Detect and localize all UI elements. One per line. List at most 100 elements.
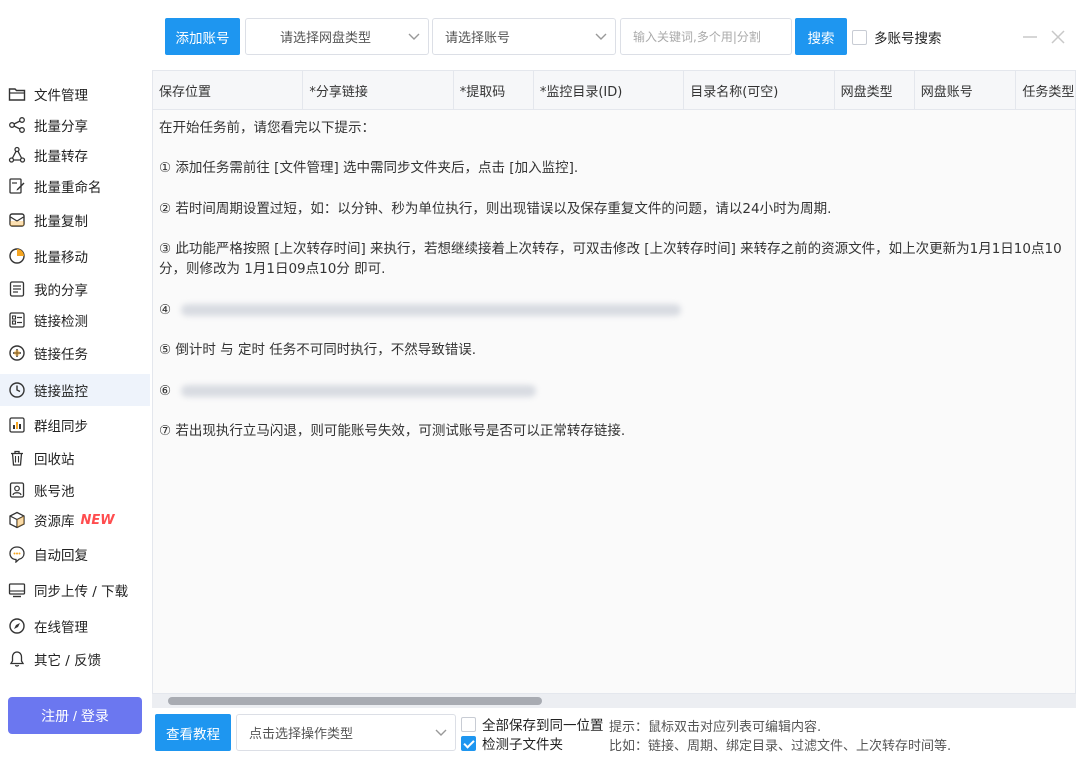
link-check-icon [8,311,26,329]
sidebar-item-link-monitor[interactable]: 链接监控 [0,374,150,407]
sidebar-item-trash[interactable]: 回收站 [0,442,150,474]
sidebar-item-move[interactable]: 批量移动 [0,240,150,272]
sidebar-item-label: 链接任务 [34,347,88,364]
detect-subfolder-option[interactable]: 检测子文件夹 [461,733,563,753]
sidebar-item-bell[interactable]: 其它 / 反馈 [0,643,150,675]
search-button[interactable]: 搜索 [795,18,847,55]
sidebar-item-label: 账号池 [34,484,75,501]
detect-subfolder-checkbox[interactable] [461,735,476,751]
transfer-icon [8,146,26,164]
share-icon [8,116,26,134]
auto-reply-icon [8,545,26,564]
chevron-down-icon [427,715,455,750]
blurred-text [181,303,682,316]
link-task-icon [8,344,26,362]
sidebar-item-label: 批量移动 [34,250,88,267]
sidebar-item-online-manage[interactable]: 在线管理 [0,610,150,642]
sidebar-item-auto-reply[interactable]: 自动回复 [0,538,150,570]
sidebar-item-label: 批量分享 [34,119,88,136]
tip-number: ④ [159,301,172,318]
column-header[interactable]: 网盘账号 [915,71,1017,109]
hint-line-2: 比如：链接、周期、绑定目录、过滤文件、上次转存时间等. [609,739,952,754]
tip-number: ⑥ [159,382,172,399]
scrollbar-thumb[interactable] [168,697,542,705]
sidebar-item-label: 批量复制 [34,214,88,231]
tip-item: ⑦ 若出现执行立马闪退，则可能账号失效，可测试账号是否可以正常转存链接. [159,423,626,439]
sidebar-item-rename[interactable]: 批量重命名 [0,170,150,202]
sidebar-item-link-check[interactable]: 链接检测 [0,304,150,336]
account-pool-icon [8,481,26,499]
tip-item: ① 添加任务需前往 [文件管理] 选中需同步文件夹后，点击 [加入监控]. [159,160,579,176]
horizontal-scrollbar[interactable] [152,694,1076,708]
account-select[interactable]: 请选择账号 [432,18,616,55]
netdisk-type-select-text: 请选择网盘类型 [280,31,372,46]
sidebar-item-folder[interactable]: 文件管理 [0,78,150,110]
folder-icon [8,85,26,103]
column-header[interactable]: *分享链接 [303,71,454,109]
tip-item-blurred: ④ [159,300,1075,320]
online-manage-icon [8,617,26,635]
sidebar-item-label: 同步上传 / 下载 [34,584,129,601]
sidebar-item-label: 链接监控 [34,384,88,401]
sidebar-item-copy[interactable]: 批量复制 [0,204,150,236]
operation-type-select[interactable]: 点击选择操作类型 [236,714,456,751]
tips-panel: 在开始任务前，请您看完以下提示： ① 添加任务需前往 [文件管理] 选中需同步文… [153,110,1075,441]
view-tutorial-button[interactable]: 查看教程 [155,714,231,751]
multi-account-search-checkbox[interactable] [852,29,867,45]
my-share-icon [8,280,26,298]
column-header[interactable]: *监控目录(ID) [534,71,685,109]
column-header[interactable]: 网盘类型 [835,71,915,109]
new-badge: NEW [80,512,115,528]
sidebar-item-link-task[interactable]: 链接任务 [0,337,150,369]
trash-icon [8,449,26,467]
sidebar-item-my-share[interactable]: 我的分享 [0,273,150,305]
keyword-search-input[interactable]: 输入关键词,多个用|分割 [620,18,792,55]
save-same-location-checkbox[interactable] [461,716,476,732]
sidebar-item-label: 自动回复 [34,548,88,565]
tip-item: ⑤ 倒计时 与 定时 任务不可同时执行，不然导致错误. [159,342,477,358]
sidebar-item-label: 在线管理 [34,620,88,637]
group-sync-icon [8,416,26,434]
sidebar-item-label: 群组同步 [34,419,88,436]
netdisk-type-select[interactable]: 请选择网盘类型 [245,18,429,55]
tips-intro: 在开始任务前，请您看完以下提示： [159,120,375,136]
tip-item: ② 若时间周期设置过短，如：以分钟、秒为单位执行，则出现错误以及保存重复文件的问… [159,200,832,217]
sidebar-item-label: 批量重命名 [34,180,102,197]
tip-item-blurred: ⑥ [159,381,1075,401]
sidebar-item-label: 批量转存 [34,149,88,166]
sidebar-item-label: 文件管理 [34,88,88,105]
resource-library-icon [8,511,26,529]
column-header[interactable]: *提取码 [454,71,534,109]
add-account-button[interactable]: 添加账号 [165,18,240,55]
sidebar-item-label: 其它 / 反馈 [34,653,102,670]
bell-icon [8,650,26,668]
save-same-location-option[interactable]: 全部保存到同一位置 [461,714,604,734]
detect-subfolder-label: 检测子文件夹 [482,737,563,753]
copy-icon [8,211,26,229]
operation-type-select-text: 点击选择操作类型 [249,727,354,742]
save-same-location-label: 全部保存到同一位置 [482,718,604,734]
rename-icon [8,177,26,195]
sidebar-item-label: 回收站 [34,452,75,469]
column-header[interactable]: 任务类型 [1016,71,1075,109]
sidebar-item-share[interactable]: 批量分享 [0,109,150,141]
column-header[interactable]: 保存位置 [153,71,304,109]
upload-download-icon [8,581,26,599]
sidebar-item-label: 链接检测 [34,314,88,331]
column-header[interactable]: 目录名称(可空) [684,71,835,109]
hint-line-1: 提示：鼠标双击对应列表可编辑内容. [609,720,822,735]
table-header: 保存位置 *分享链接 *提取码 *监控目录(ID) 目录名称(可空) 网盘类型 … [153,71,1075,110]
sidebar-item-account-pool[interactable]: 账号池 [0,474,150,506]
sidebar-item-transfer[interactable]: 批量转存 [0,139,150,171]
sidebar-item-group-sync[interactable]: 群组同步 [0,409,150,441]
top-toolbar: 添加账号 请选择网盘类型 请选择账号 输入关键词,多个用|分割 搜索 多账号搜索 [0,0,1080,70]
move-icon [8,247,26,265]
sidebar-item-upload-download[interactable]: 同步上传 / 下载 [0,574,150,606]
minimize-icon[interactable] [1022,26,1038,50]
multi-account-search-option[interactable]: 多账号搜索 [852,27,942,47]
tip-item: ③ 此功能严格按照 [上次转存时间] 来执行，若想继续接着上次转存，可双击修改 … [159,241,1062,277]
sidebar-item-resource-library[interactable]: 资源库 NEW [0,504,150,536]
window-controls [1022,26,1066,50]
close-icon[interactable] [1050,26,1066,50]
account-select-text: 请选择账号 [445,31,511,46]
